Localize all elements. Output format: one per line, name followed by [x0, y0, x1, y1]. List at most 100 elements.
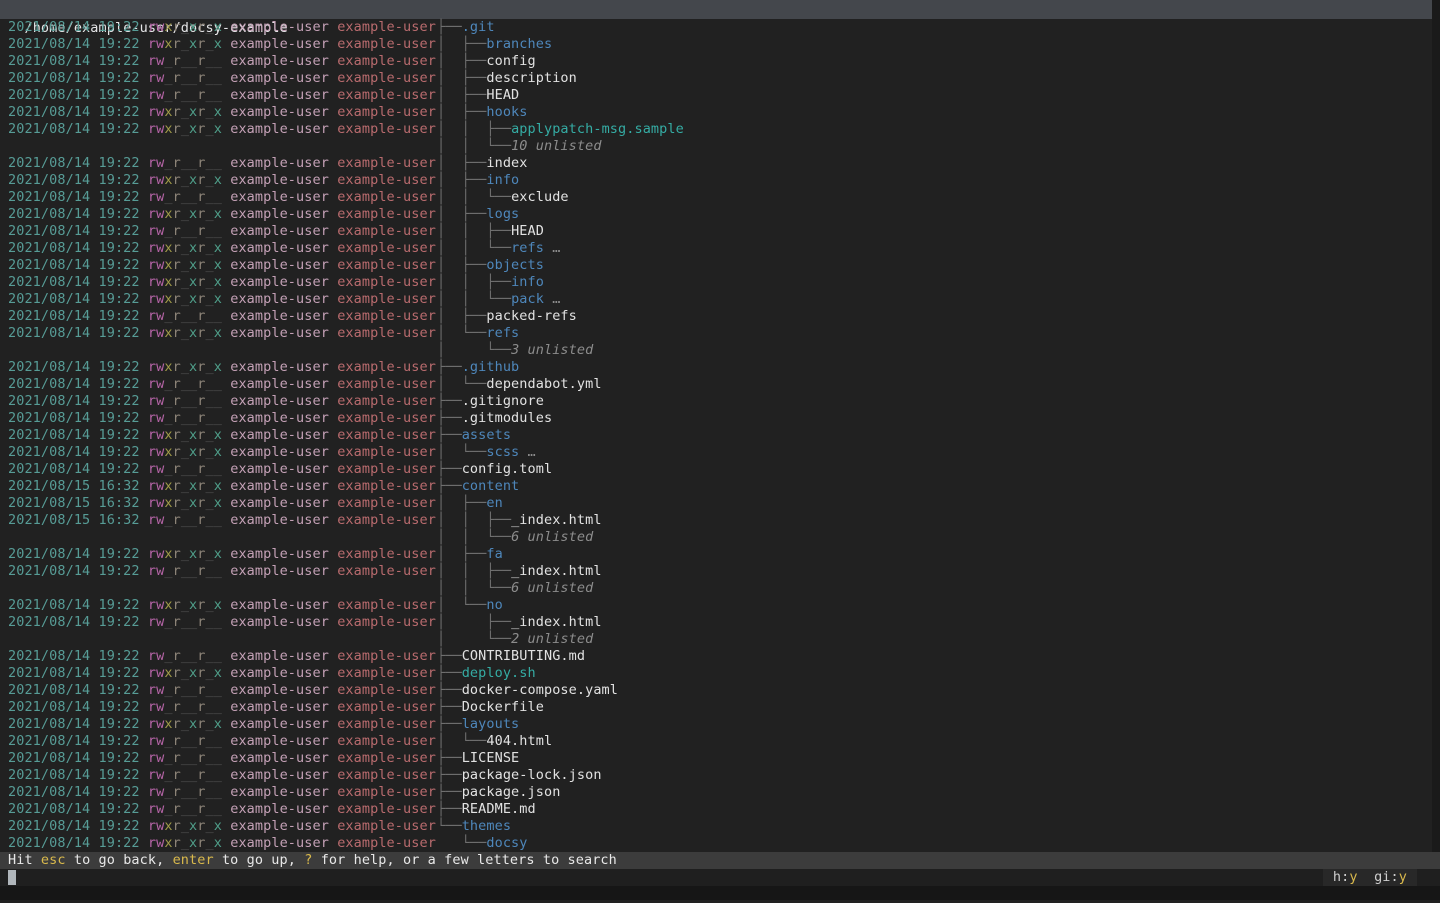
- entry-name[interactable]: Dockerfile: [462, 699, 544, 715]
- tree-branch-lines: └──: [437, 818, 462, 834]
- entry-name[interactable]: HEAD: [486, 87, 519, 103]
- tree-entry: │ │ └──6 unlisted: [437, 529, 593, 546]
- entry-name[interactable]: LICENSE: [462, 750, 520, 766]
- entry-name[interactable]: CONTRIBUTING.md: [462, 648, 585, 664]
- tree-entry: ├──.gitignore: [437, 393, 544, 410]
- tree-branch-lines: │ │ └──: [437, 189, 511, 205]
- entry-name[interactable]: .github: [462, 359, 520, 375]
- entry-name[interactable]: description: [486, 70, 577, 86]
- file-metadata: 2021/08/14 19:22 rw_r__r__ example-user …: [8, 70, 436, 87]
- file-row: 2021/08/14 19:22 rwxr_xr_x example-user …: [0, 121, 1432, 138]
- modified-date: 2021/08/14 19:22: [8, 682, 148, 698]
- tree-entry: │ │ └──refs …: [437, 240, 560, 257]
- entry-name[interactable]: docsy: [486, 835, 527, 851]
- text-cursor: [8, 870, 16, 885]
- search-input-line[interactable]: h:y gi:y: [0, 869, 1440, 886]
- file-metadata: 2021/08/14 19:22 rwxr_xr_x example-user …: [8, 325, 436, 342]
- file-metadata: 2021/08/14 19:22 rwxr_xr_x example-user …: [8, 818, 436, 835]
- file-row: 2021/08/14 19:22 rwxr_xr_x example-user …: [0, 665, 1432, 682]
- permissions: rwxr_xr_x: [148, 121, 230, 137]
- entry-name[interactable]: _index.html: [511, 614, 602, 630]
- entry-name[interactable]: .gitmodules: [462, 410, 553, 426]
- group-name: example-user: [337, 461, 436, 477]
- group-name: example-user: [337, 512, 436, 528]
- owner-name: example-user: [230, 393, 337, 409]
- entry-name[interactable]: package.json: [462, 784, 561, 800]
- entry-name[interactable]: exclude: [511, 189, 569, 205]
- entry-name[interactable]: layouts: [462, 716, 520, 732]
- entry-name[interactable]: config: [486, 53, 535, 69]
- entry-name[interactable]: scss: [486, 444, 519, 460]
- scrollbar-track[interactable]: [1432, 0, 1440, 852]
- entry-name[interactable]: packed-refs: [486, 308, 577, 324]
- group-name: example-user: [337, 801, 436, 817]
- tree-branch-lines: ├──: [437, 801, 462, 817]
- modified-date: 2021/08/14 19:22: [8, 427, 148, 443]
- entry-name[interactable]: en: [486, 495, 502, 511]
- group-name: example-user: [337, 784, 436, 800]
- file-row: 2021/08/14 19:22 rwxr_xr_x example-user …: [0, 291, 1432, 308]
- file-metadata: 2021/08/14 19:22 rw_r__r__ example-user …: [8, 393, 436, 410]
- file-row: 2021/08/14 19:22 rw_r__r__ example-user …: [0, 87, 1432, 104]
- entry-name[interactable]: refs: [486, 325, 519, 341]
- entry-name[interactable]: deploy.sh: [462, 665, 536, 681]
- entry-name[interactable]: index: [486, 155, 527, 171]
- modified-date: 2021/08/14 19:22: [8, 818, 148, 834]
- entry-name[interactable]: no: [486, 597, 502, 613]
- entry-name[interactable]: dependabot.yml: [486, 376, 601, 392]
- permissions: rw_r__r__: [148, 699, 230, 715]
- entry-name[interactable]: info: [486, 172, 519, 188]
- file-metadata: 2021/08/14 19:22 rw_r__r__ example-user …: [8, 682, 436, 699]
- entry-name[interactable]: content: [462, 478, 520, 494]
- entry-name[interactable]: _index.html: [511, 563, 602, 579]
- entry-name[interactable]: logs: [486, 206, 519, 222]
- group-name: example-user: [337, 427, 436, 443]
- group-name: example-user: [337, 750, 436, 766]
- entry-name[interactable]: applypatch-msg.sample: [511, 121, 684, 137]
- entry-name[interactable]: objects: [486, 257, 544, 273]
- entry-name[interactable]: hooks: [486, 104, 527, 120]
- entry-name: 6 unlisted: [511, 529, 593, 545]
- status-text: for help, or a few letters to search: [312, 852, 616, 868]
- file-metadata: 2021/08/14 19:22 rwxr_xr_x example-user …: [8, 835, 436, 852]
- entry-name[interactable]: info: [511, 274, 544, 290]
- tree-branch-lines: │ └──: [437, 597, 486, 613]
- modified-date: 2021/08/14 19:22: [8, 172, 148, 188]
- entry-name[interactable]: themes: [462, 818, 511, 834]
- entry-truncation-ellipsis: …: [544, 291, 560, 307]
- entry-name[interactable]: assets: [462, 427, 511, 443]
- tree-entry: │ └──no: [437, 597, 503, 614]
- permissions: rwxr_xr_x: [148, 478, 230, 494]
- entry-name[interactable]: 404.html: [486, 733, 552, 749]
- entry-name[interactable]: refs: [511, 240, 544, 256]
- entry-name[interactable]: .git: [462, 19, 495, 35]
- file-metadata: 2021/08/14 19:22 rwxr_xr_x example-user …: [8, 359, 436, 376]
- entry-name[interactable]: _index.html: [511, 512, 602, 528]
- file-metadata: 2021/08/14 19:22 rw_r__r__ example-user …: [8, 223, 436, 240]
- file-metadata: 2021/08/14 19:22 rw_r__r__ example-user …: [8, 767, 436, 784]
- entry-name[interactable]: branches: [486, 36, 552, 52]
- entry-name[interactable]: docker-compose.yaml: [462, 682, 618, 698]
- tree-entry: │ ├──hooks: [437, 104, 528, 121]
- file-row: 2021/08/14 19:22 rwxr_xr_x example-user …: [0, 274, 1432, 291]
- file-row: 2021/08/14 19:22 rw_r__r__ example-user …: [0, 393, 1432, 410]
- entry-name[interactable]: HEAD: [511, 223, 544, 239]
- modified-date: 2021/08/14 19:22: [8, 121, 148, 137]
- file-row: 2021/08/14 19:22 rwxr_xr_x example-user …: [0, 206, 1432, 223]
- entry-name[interactable]: package-lock.json: [462, 767, 602, 783]
- permissions: rw_r__r__: [148, 614, 230, 630]
- permissions: rw_r__r__: [148, 563, 230, 579]
- entry-name[interactable]: README.md: [462, 801, 536, 817]
- entry-name[interactable]: .gitignore: [462, 393, 544, 409]
- owner-name: example-user: [230, 801, 337, 817]
- entry-name[interactable]: pack: [511, 291, 544, 307]
- group-name: example-user: [337, 206, 436, 222]
- owner-name: example-user: [230, 648, 337, 664]
- hint-value: y: [1399, 869, 1407, 885]
- entry-name[interactable]: config.toml: [462, 461, 553, 477]
- owner-name: example-user: [230, 104, 337, 120]
- file-row: 2021/08/14 19:22 rw_r__r__ example-user …: [0, 784, 1432, 801]
- tree-entry: │ ├──HEAD: [437, 87, 519, 104]
- entry-name[interactable]: fa: [486, 546, 502, 562]
- permissions: rwxr_xr_x: [148, 19, 230, 35]
